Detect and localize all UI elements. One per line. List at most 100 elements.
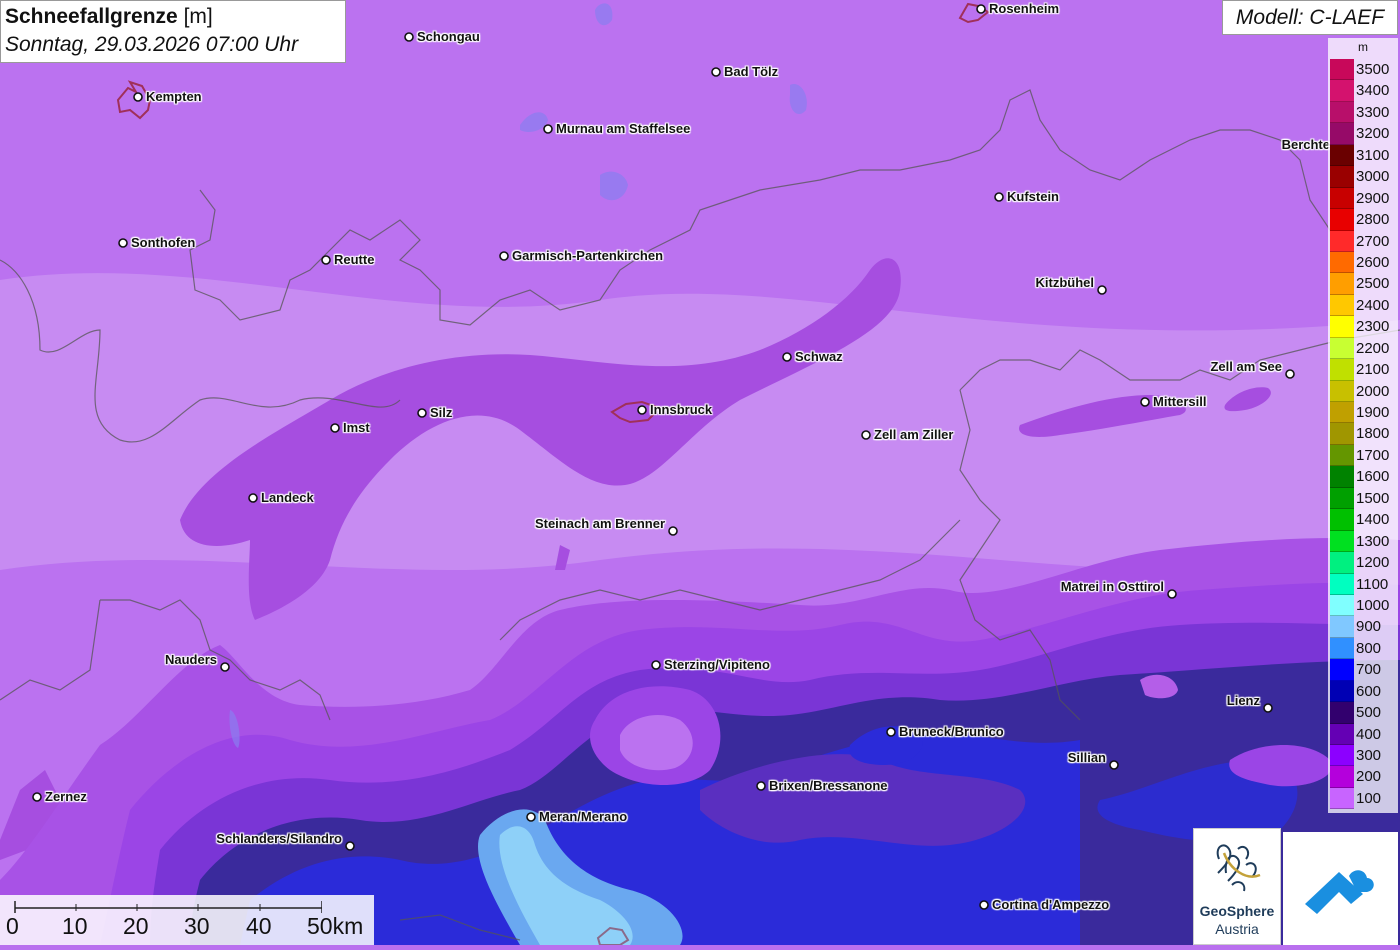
city-label: Zell am See bbox=[1210, 359, 1282, 374]
scale-bar: 0 10 20 30 40 50km bbox=[0, 895, 374, 945]
legend-row: 200 bbox=[1328, 766, 1398, 788]
city-label: Nauders bbox=[164, 652, 217, 667]
snowline-map[interactable] bbox=[0, 0, 1400, 945]
legend-label: 2300 bbox=[1356, 318, 1390, 336]
city-label: Zell am Ziller bbox=[874, 427, 954, 442]
legend-row: 900 bbox=[1328, 616, 1398, 638]
geosphere-name: GeoSphere bbox=[1199, 903, 1275, 919]
city-label: Schongau bbox=[417, 29, 480, 44]
legend-label: 1600 bbox=[1356, 468, 1390, 486]
city-marker bbox=[1109, 760, 1119, 770]
legend-row: 1500 bbox=[1328, 487, 1398, 510]
legend-row: 1700 bbox=[1328, 444, 1398, 467]
title-unit: [m] bbox=[183, 5, 213, 28]
legend-label: 3500 bbox=[1356, 61, 1390, 78]
city-marker bbox=[711, 67, 721, 77]
geosphere-logo[interactable]: GeoSphere Austria bbox=[1193, 828, 1281, 945]
city-label: Steinach am Brenner bbox=[534, 516, 665, 531]
city-label: Lienz bbox=[1226, 693, 1260, 708]
legend-row: 2000 bbox=[1328, 380, 1398, 402]
legend-label: 400 bbox=[1356, 725, 1382, 743]
legend-swatch bbox=[1330, 530, 1354, 553]
legend-swatch bbox=[1330, 745, 1354, 767]
legend-row: 2700 bbox=[1328, 230, 1398, 252]
map-date: Sonntag, 29.03.2026 07:00 Uhr bbox=[5, 33, 299, 56]
legend-label: 3000 bbox=[1356, 168, 1390, 186]
legend-label: 1000 bbox=[1356, 596, 1390, 614]
legend-row: 2300 bbox=[1328, 316, 1398, 338]
legend-swatch bbox=[1330, 766, 1354, 788]
legend-label: 1400 bbox=[1356, 511, 1390, 529]
legend-swatch bbox=[1330, 659, 1354, 681]
legend-swatch bbox=[1330, 680, 1354, 703]
legend-label: 3200 bbox=[1356, 125, 1390, 143]
city-marker bbox=[1167, 589, 1177, 599]
city-marker bbox=[133, 92, 143, 102]
legend-row: 2200 bbox=[1328, 337, 1398, 360]
legend-label: 1700 bbox=[1356, 446, 1390, 464]
scale-label-20: 20 bbox=[123, 913, 149, 939]
city-marker bbox=[321, 255, 331, 265]
legend-swatch bbox=[1330, 251, 1354, 274]
city-label: Mittersill bbox=[1153, 394, 1207, 409]
city-marker bbox=[994, 192, 1004, 202]
legend-row: 3100 bbox=[1328, 144, 1398, 167]
geosphere-mark-icon bbox=[1216, 844, 1261, 892]
city-marker bbox=[330, 423, 340, 433]
legend-row: 2900 bbox=[1328, 187, 1398, 210]
city-label: Bad Tölz bbox=[724, 64, 779, 79]
city-marker bbox=[118, 238, 128, 248]
legend-row: 300 bbox=[1328, 745, 1398, 767]
city-label: Zernez bbox=[45, 789, 87, 804]
scale-label-50km: 50km bbox=[307, 913, 364, 939]
legend-swatch bbox=[1330, 637, 1354, 660]
legend-swatch bbox=[1330, 80, 1354, 102]
legend-row: 3500 bbox=[1328, 59, 1398, 81]
city-marker bbox=[668, 526, 678, 536]
color-legend: m 3500 3400 3300 3200 3100 3000 2900 2800 2700 26… bbox=[1328, 38, 1398, 813]
legend-swatch bbox=[1330, 209, 1354, 231]
legend-row: 1300 bbox=[1328, 530, 1398, 553]
legend-label: 700 bbox=[1356, 661, 1382, 679]
legend-row: 2600 bbox=[1328, 251, 1398, 274]
legend-row: 1800 bbox=[1328, 423, 1398, 445]
scale-ticks bbox=[14, 901, 322, 913]
legend-swatch bbox=[1330, 402, 1354, 424]
city-label: Kitzbühel bbox=[1035, 275, 1095, 290]
legend-swatch bbox=[1330, 187, 1354, 210]
title-box: Schneefallgrenze [m] Sonntag, 29.03.2026… bbox=[0, 0, 346, 63]
city-marker bbox=[526, 812, 536, 822]
city-marker bbox=[976, 4, 986, 14]
legend-label: 200 bbox=[1356, 768, 1382, 786]
city-marker bbox=[886, 727, 896, 737]
legend-label: 1200 bbox=[1356, 554, 1390, 572]
legend-row: 3300 bbox=[1328, 101, 1398, 124]
city-marker bbox=[404, 32, 414, 42]
city-marker bbox=[651, 660, 661, 670]
city-label: Imst bbox=[343, 420, 370, 435]
city-label: Sillian bbox=[1067, 750, 1106, 765]
legend-row: 700 bbox=[1328, 659, 1398, 681]
city-label: Reutte bbox=[334, 252, 375, 267]
geosphere-sub: Austria bbox=[1215, 921, 1259, 937]
city-marker bbox=[417, 408, 427, 418]
city-marker bbox=[220, 662, 230, 672]
legend-label: 2000 bbox=[1356, 382, 1390, 400]
legend-swatch bbox=[1330, 573, 1354, 595]
legend-swatch bbox=[1330, 444, 1354, 467]
city-label: Meran/Merano bbox=[539, 809, 628, 824]
legend-swatch bbox=[1330, 702, 1354, 724]
legend-label: 1500 bbox=[1356, 489, 1390, 507]
city-label: Cortina d'Ampezzo bbox=[992, 897, 1110, 912]
city-marker bbox=[1140, 397, 1150, 407]
legend-swatch bbox=[1330, 787, 1354, 810]
title-main: Schneefallgrenze bbox=[5, 5, 178, 28]
legend-row: 3400 bbox=[1328, 80, 1398, 102]
legend-row: 2400 bbox=[1328, 294, 1398, 317]
legend-swatch bbox=[1330, 123, 1354, 145]
legend-rows: 3500 3400 3300 3200 3100 3000 2900 2800 2700 2600… bbox=[1328, 59, 1398, 810]
legend-label: 800 bbox=[1356, 639, 1382, 657]
app-logo[interactable] bbox=[1283, 832, 1398, 945]
legend-swatch bbox=[1330, 101, 1354, 124]
city-label: Murnau am Staffelsee bbox=[556, 121, 691, 136]
